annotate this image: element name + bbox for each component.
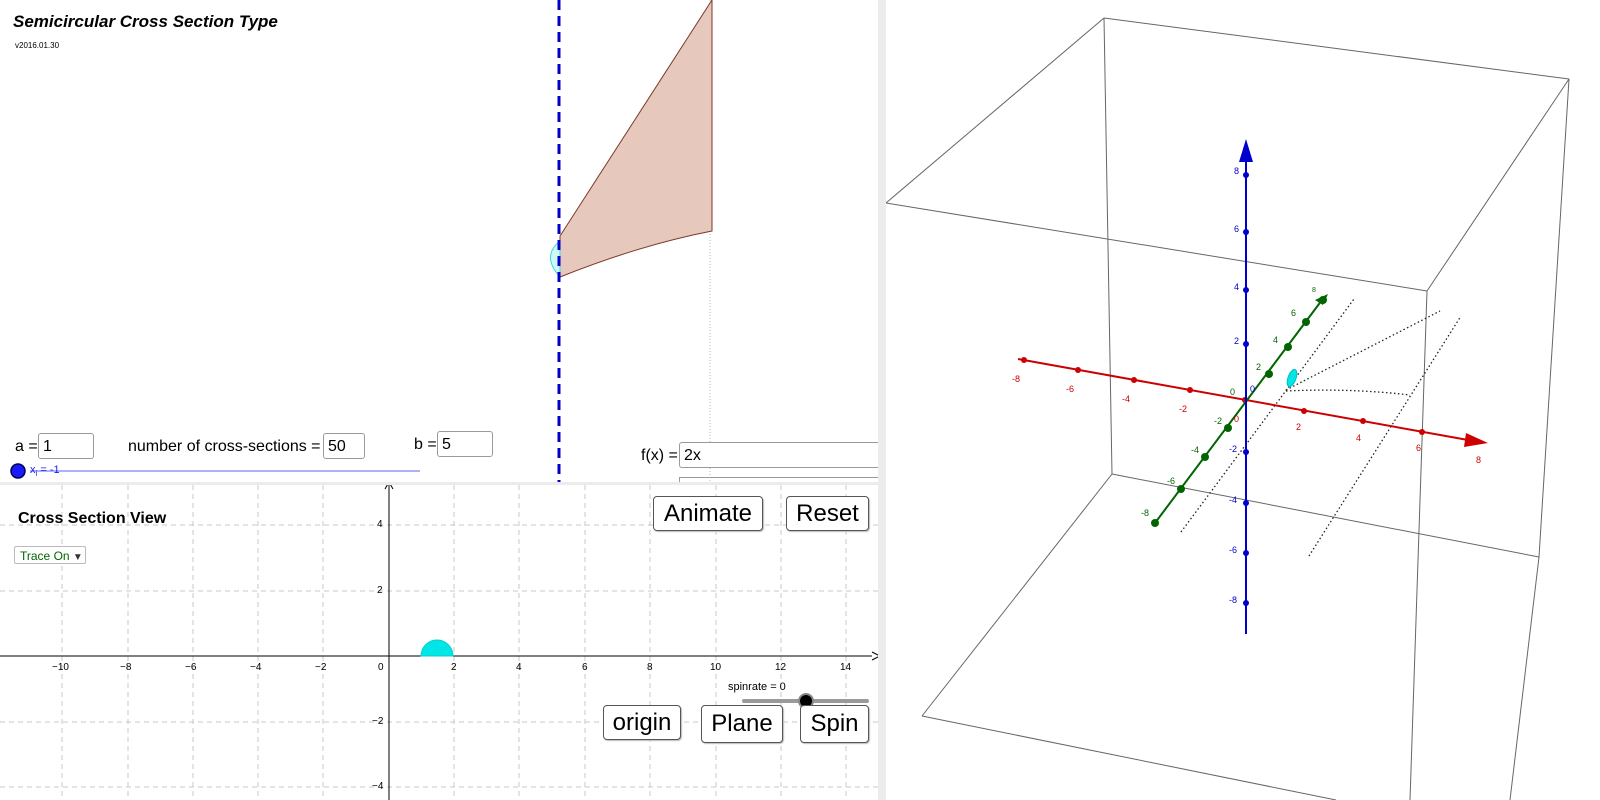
- shaded-region: [559, 0, 713, 278]
- cross-section-view-title: Cross Section View: [18, 510, 167, 527]
- x-tick: −4: [250, 662, 262, 673]
- x-axis-3d: [1017, 357, 1488, 447]
- graphics-view-3d[interactable]: -8 -6 -4 -2 0 2 4 6 8 -8 -6 -4 -2 0 2 4 …: [886, 0, 1600, 800]
- x-tick-3d: 2: [1296, 422, 1302, 432]
- spin-button[interactable]: Spin: [800, 705, 869, 743]
- z-tick-3d: 4: [1234, 282, 1240, 292]
- x-tick-3d: 8: [1476, 455, 1482, 465]
- graphics-view-top[interactable]: Semicircular Cross Section Type v2016.01…: [0, 0, 885, 485]
- x-tick: −6: [185, 662, 197, 673]
- x-tick: 8: [647, 662, 653, 673]
- y-tick-3d: 6: [1291, 308, 1297, 318]
- x-tick: 6: [582, 662, 588, 673]
- n-input[interactable]: 50: [323, 433, 365, 459]
- y-tick-3d: -6: [1167, 476, 1176, 486]
- app-title: Semicircular Cross Section Type: [13, 12, 278, 31]
- x-tick: −10: [52, 662, 69, 673]
- xi-slider-label: xi = -1: [30, 464, 60, 478]
- x-tick-3d: 0: [1234, 414, 1240, 424]
- y-tick: −4: [372, 781, 384, 792]
- spinrate-label: spinrate = 0: [728, 681, 786, 693]
- z-tick-3d: 2: [1234, 336, 1240, 346]
- x-tick: 4: [516, 662, 522, 673]
- x-tick: −8: [120, 662, 132, 673]
- cross-section-canvas[interactable]: [0, 485, 885, 800]
- x-tick: 0: [378, 662, 384, 673]
- y-tick: 2: [377, 585, 383, 596]
- y-tick-3d: 8: [1312, 287, 1316, 294]
- cross-section-3d: [1286, 368, 1298, 388]
- z-tick-3d: 8: [1234, 166, 1240, 176]
- z-tick-3d: -4: [1229, 495, 1238, 505]
- x-tick: 10: [710, 662, 722, 673]
- reset-button[interactable]: Reset: [786, 496, 869, 531]
- xi-label-value: = -1: [40, 464, 60, 476]
- region-canvas[interactable]: [0, 0, 885, 485]
- y-tick: −2: [372, 716, 384, 727]
- b-label: b =: [414, 436, 437, 453]
- x-tick: 12: [775, 662, 787, 673]
- version-label: v2016.01.30: [15, 41, 60, 50]
- x-tick: −2: [315, 662, 327, 673]
- z-tick-3d: 0: [1250, 384, 1256, 394]
- f-label: f(x) =: [641, 447, 678, 464]
- b-input[interactable]: 5: [437, 431, 493, 457]
- x-tick: 2: [451, 662, 457, 673]
- y-tick-3d: 4: [1273, 335, 1279, 345]
- y-tick-3d: 0: [1230, 387, 1236, 397]
- x-tick-3d: -4: [1122, 394, 1131, 404]
- a-input[interactable]: 1: [38, 433, 94, 459]
- xi-label-sub: i: [35, 469, 38, 479]
- xi-slider-knob[interactable]: [10, 463, 26, 479]
- animate-button[interactable]: Animate: [653, 496, 763, 531]
- trace-dropdown-value: Trace On: [20, 549, 70, 563]
- n-label: number of cross-sections =: [128, 438, 321, 455]
- z-tick-3d: -8: [1229, 595, 1238, 605]
- z-tick-3d: -6: [1229, 545, 1238, 555]
- trace-dropdown[interactable]: Trace On ▼: [14, 546, 86, 564]
- plane-button[interactable]: Plane: [701, 705, 783, 743]
- y-tick-3d: -4: [1191, 445, 1200, 455]
- x-tick-3d: -2: [1179, 404, 1188, 414]
- bounding-box: [886, 17, 1570, 800]
- y-tick: 4: [377, 519, 383, 530]
- canvas-3d[interactable]: [886, 0, 1600, 800]
- z-tick-3d: -2: [1229, 444, 1238, 454]
- x-tick-3d: -8: [1012, 374, 1021, 384]
- cross-section-view[interactable]: −10 −8 −6 −4 −2 0 2 4 6 8 10 12 14 4 2 −…: [0, 485, 885, 800]
- y-tick-3d: -8: [1141, 508, 1150, 518]
- x-tick: 14: [840, 662, 852, 673]
- x-tick-3d: -6: [1066, 384, 1075, 394]
- y-tick-3d: 2: [1256, 362, 1262, 372]
- x-tick-3d: 4: [1356, 433, 1362, 443]
- semicircle-cross-section: [420, 639, 454, 657]
- f-input[interactable]: 2x: [679, 442, 885, 468]
- a-label: a =: [15, 438, 38, 455]
- z-tick-3d: 6: [1234, 224, 1240, 234]
- x-tick-3d: 6: [1416, 443, 1422, 453]
- vertical-splitter[interactable]: [878, 0, 886, 800]
- origin-button[interactable]: origin: [603, 705, 681, 740]
- y-tick-3d: -2: [1214, 416, 1223, 426]
- chevron-down-icon: ▼: [72, 552, 83, 563]
